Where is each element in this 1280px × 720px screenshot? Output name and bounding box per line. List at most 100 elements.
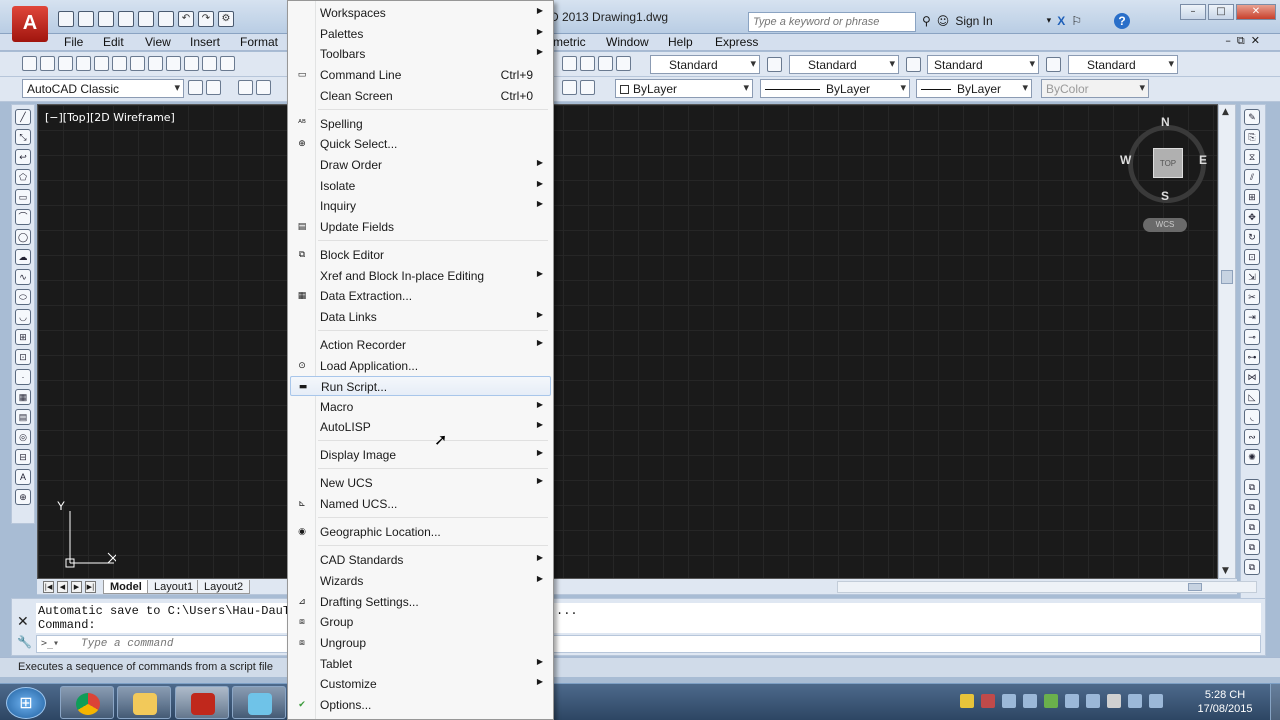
customize-icon[interactable] — [206, 80, 221, 95]
line-tool-icon[interactable]: ╱ — [15, 109, 31, 125]
command-customize-icon[interactable]: 🔧 — [17, 635, 32, 649]
plot-icon[interactable] — [76, 56, 91, 71]
trim-icon[interactable]: ✂ — [1244, 289, 1260, 305]
menu-item-display-image[interactable]: Display Image ▶ — [290, 445, 551, 465]
menu-express[interactable]: Express — [715, 35, 758, 49]
cut-icon[interactable] — [148, 56, 163, 71]
construction-line-icon[interactable]: ⤡ — [15, 129, 31, 145]
doc-close-button[interactable]: ✕ — [1251, 34, 1260, 48]
ellipse-icon[interactable]: ⬭ — [15, 289, 31, 305]
lineweight-dropdown[interactable]: ByLayer — [916, 79, 1032, 98]
menu-item-geographic-location[interactable]: ◉ Geographic Location... — [290, 522, 551, 542]
bring-above-icon[interactable]: ⧉ — [1244, 519, 1260, 535]
tab-layout2[interactable]: Layout2 — [197, 580, 251, 594]
preview-icon[interactable] — [94, 56, 109, 71]
text-to-front-icon[interactable]: ⧉ — [1244, 559, 1260, 575]
menu-item-block-editor[interactable]: ⧉ Block Editor — [290, 245, 551, 265]
help-tb-icon[interactable] — [598, 56, 613, 71]
calc-help-icon[interactable] — [580, 56, 595, 71]
workspace-gear-icon[interactable]: ⚙ — [218, 11, 234, 27]
menu-item-load-application[interactable]: ⊙ Load Application... — [290, 356, 551, 376]
show-desktop-button[interactable] — [1270, 684, 1280, 720]
tray-arrow-icon[interactable] — [1065, 694, 1079, 708]
color-dropdown[interactable]: ByLayer — [615, 79, 753, 98]
match-properties-icon[interactable] — [202, 56, 217, 71]
menu-dimension[interactable]: metric — [553, 35, 586, 49]
open-icon[interactable] — [40, 56, 55, 71]
menu-item-command-line[interactable]: ▭ Command Line Ctrl+9 — [290, 65, 551, 85]
make-current-icon[interactable] — [562, 80, 577, 95]
menu-edit[interactable]: Edit — [103, 35, 124, 49]
menu-item-data-links[interactable]: Data Links ▶ — [290, 307, 551, 327]
hatch-icon[interactable]: ▦ — [15, 389, 31, 405]
scale-icon[interactable]: ⊡ — [1244, 249, 1260, 265]
menu-format[interactable]: Format — [240, 35, 278, 49]
tray-monitor-icon[interactable] — [1128, 694, 1142, 708]
community-icon[interactable]: ⚐ — [1071, 14, 1082, 28]
doc-restore-button[interactable]: ⧉ — [1237, 34, 1245, 48]
compass-south[interactable]: S — [1161, 189, 1169, 203]
first-tab-icon[interactable]: |◀ — [43, 581, 54, 593]
menu-item-update-fields[interactable]: ▤ Update Fields — [290, 217, 551, 237]
viewcube-top-face[interactable]: TOP — [1153, 148, 1183, 178]
search-input[interactable] — [748, 12, 916, 32]
fillet-icon[interactable]: ◟ — [1244, 409, 1260, 425]
break-at-point-icon[interactable]: ⊸ — [1244, 329, 1260, 345]
tray-autodesk-icon[interactable] — [960, 694, 974, 708]
menu-window[interactable]: Window — [606, 35, 649, 49]
polygon-icon[interactable]: ⬠ — [15, 169, 31, 185]
help-icon[interactable]: ? — [1113, 13, 1130, 29]
command-prompt-icon[interactable]: >_▾ — [41, 638, 59, 649]
viewcube[interactable]: TOP N S E W — [1120, 115, 1207, 203]
open-file-icon[interactable] — [78, 11, 94, 27]
menu-item-named-ucs[interactable]: ⊾ Named UCS... — [290, 494, 551, 514]
menu-item-customize[interactable]: Customize ▶ — [290, 674, 551, 694]
viewport-controls-label[interactable]: [−][Top][2D Wireframe] — [45, 111, 175, 124]
dim-style-icon[interactable] — [767, 57, 782, 72]
array-icon[interactable]: ⊞ — [1244, 189, 1260, 205]
menu-item-xref-and-block-in-place-editing[interactable]: Xref and Block In-place Editing ▶ — [290, 266, 551, 286]
redo-icon[interactable]: ↷ — [198, 11, 214, 27]
menu-item-autolisp[interactable]: AutoLISP ▶ — [290, 417, 551, 437]
text-style-icon[interactable] — [616, 56, 631, 71]
scroll-down-icon[interactable]: ▼ — [1222, 566, 1229, 576]
chevron-down-icon[interactable]: ▾ — [1047, 16, 1052, 26]
blend-curves-icon[interactable]: ∾ — [1244, 429, 1260, 445]
tray-update-icon[interactable] — [1023, 694, 1037, 708]
menu-item-toolbars[interactable]: Toolbars ▶ — [290, 44, 551, 64]
tray-security-icon[interactable] — [1044, 694, 1058, 708]
draw-order-back-icon[interactable]: ⧉ — [1244, 499, 1260, 515]
sign-in-button[interactable]: Sign In — [955, 14, 992, 28]
mirror-icon[interactable]: ⧖ — [1244, 149, 1260, 165]
rotate-icon[interactable]: ↻ — [1244, 229, 1260, 245]
save-icon[interactable] — [58, 56, 73, 71]
table-style-icon[interactable] — [906, 57, 921, 72]
calculator-icon[interactable] — [562, 56, 577, 71]
prev-tab-icon[interactable]: ◀ — [57, 581, 68, 593]
make-block-icon[interactable]: ⊡ — [15, 349, 31, 365]
menu-item-tablet[interactable]: Tablet ▶ — [290, 654, 551, 674]
copy-object-icon[interactable]: ⎘ — [1244, 129, 1260, 145]
compass-west[interactable]: W — [1120, 153, 1131, 167]
tab-model[interactable]: Model — [103, 580, 149, 594]
menu-item-action-recorder[interactable]: Action Recorder ▶ — [290, 335, 551, 355]
table-style-dropdown[interactable]: Standard — [927, 55, 1039, 74]
mleader-style-icon[interactable] — [1046, 57, 1061, 72]
taskbar-autocad[interactable] — [175, 686, 229, 719]
linetype-dropdown[interactable]: ByLayer — [760, 79, 910, 98]
multiline-text-icon[interactable]: A — [15, 469, 31, 485]
exchange-icon[interactable]: X — [1057, 14, 1065, 28]
wcs-menu-button[interactable]: WCS — [1143, 218, 1187, 232]
menu-item-run-script[interactable]: ▬ Run Script... — [290, 376, 551, 396]
point-icon[interactable]: · — [15, 369, 31, 385]
menu-help[interactable]: Help — [668, 35, 693, 49]
table-icon[interactable]: ⊟ — [15, 449, 31, 465]
undo-icon[interactable]: ↶ — [178, 11, 194, 27]
spline-icon[interactable]: ∿ — [15, 269, 31, 285]
restore-button[interactable]: □ — [1208, 4, 1234, 20]
next-tab-icon[interactable]: ▶ — [71, 581, 82, 593]
revision-cloud-icon[interactable]: ☁ — [15, 249, 31, 265]
workspace-settings-icon[interactable] — [188, 80, 203, 95]
menu-item-isolate[interactable]: Isolate ▶ — [290, 176, 551, 196]
menu-item-ungroup[interactable]: ⧈ Ungroup — [290, 633, 551, 653]
